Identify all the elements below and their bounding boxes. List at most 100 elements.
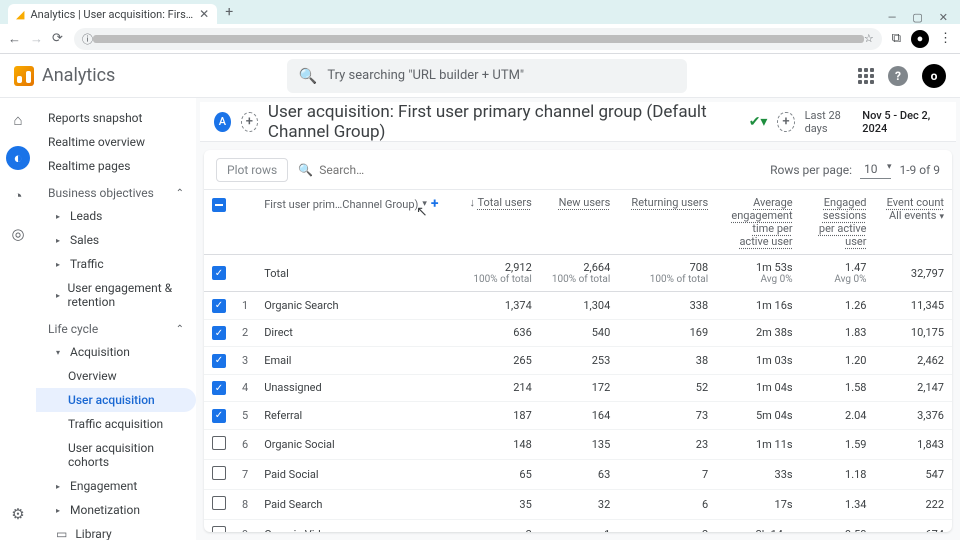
reports-sidebar: Reports snapshot Realtime overview Realt… <box>36 98 196 540</box>
col-event-count[interactable]: Event count <box>887 196 944 209</box>
row-checkbox[interactable] <box>212 436 226 450</box>
table-row: 9Organic Video2123h 14m9.50674 <box>204 519 952 532</box>
sidebar-heading-lifecycle[interactable]: Life cycle⌃ <box>36 314 196 340</box>
chevron-up-icon: ⌃ <box>176 324 184 335</box>
forward-icon[interactable]: → <box>30 31 42 47</box>
sidebar-item-user-acq-cohorts[interactable]: User acquisition cohorts <box>36 436 196 474</box>
row-checkbox[interactable] <box>212 466 226 480</box>
dimension-cell[interactable]: Email <box>256 347 457 375</box>
profile-icon[interactable]: ● <box>911 30 929 48</box>
dimension-cell[interactable]: Direct <box>256 319 457 347</box>
col-total-users[interactable]: Total users <box>477 196 531 209</box>
date-range-picker[interactable]: Last 28 days Nov 5 - Dec 2, 2024 <box>805 109 942 135</box>
sidebar-heading-business[interactable]: Business objectives⌃ <box>36 178 196 204</box>
sidebar-item-user-acquisition[interactable]: User acquisition <box>36 388 196 412</box>
sidebar-item-sales[interactable]: ▸Sales <box>36 228 196 252</box>
new-tab-button[interactable]: + <box>217 0 241 24</box>
col-engaged-sessions[interactable]: Engaged sessions per active user <box>819 196 867 248</box>
row-checkbox[interactable]: ✓ <box>212 409 226 423</box>
advertising-icon[interactable]: ◎ <box>6 222 30 246</box>
cursor-icon: ↖ <box>416 204 428 220</box>
sidebar-item-engagement[interactable]: ▸Engagement <box>36 474 196 498</box>
table-row: ✓2Direct6365401692m 38s1.8310,175 <box>204 319 952 347</box>
caret-icon: ▸ <box>56 236 66 245</box>
sidebar-item-realtime-pages[interactable]: Realtime pages <box>36 154 196 178</box>
extensions-icon[interactable]: ⧉ <box>892 31 901 46</box>
bookmark-icon[interactable]: ☆ <box>864 32 874 45</box>
address-bar: ← → ⟳ ⓘ ☆ ⧉ ● ⋮ <box>0 24 960 54</box>
user-avatar[interactable]: o <box>922 64 946 88</box>
rows-per-page-select[interactable]: 10 <box>860 160 892 179</box>
report-title: User acquisition: First user primary cha… <box>268 102 739 142</box>
sidebar-item-leads[interactable]: ▸Leads <box>36 204 196 228</box>
table-search-input[interactable] <box>319 163 475 177</box>
row-checkbox[interactable]: ✓ <box>212 266 226 280</box>
table-row: ✓1Organic Search1,3741,3043381m 16s1.261… <box>204 292 952 320</box>
sidebar-item-traffic[interactable]: ▸Traffic <box>36 252 196 276</box>
row-checkbox[interactable]: ✓ <box>212 326 226 340</box>
sidebar-item-monetization[interactable]: ▸Monetization <box>36 498 196 522</box>
col-avg-engagement[interactable]: Average engagement time per active user <box>731 196 792 248</box>
apps-icon[interactable] <box>858 68 874 84</box>
nav-rail: ⌂ ◐ ◔ ◎ ⚙ <box>0 98 36 540</box>
reports-icon[interactable]: ◐ <box>6 146 30 170</box>
select-all-checkbox[interactable] <box>212 198 226 212</box>
sidebar-item-traffic-acquisition[interactable]: Traffic acquisition <box>36 412 196 436</box>
event-filter[interactable]: All events▾ <box>889 209 944 222</box>
close-icon[interactable]: ✕ <box>199 7 209 21</box>
window-close-icon[interactable]: ✕ <box>939 11 948 24</box>
window-minimize-icon[interactable]: — <box>888 11 897 24</box>
sidebar-item-overview[interactable]: Overview <box>36 364 196 388</box>
browser-tab[interactable]: ◢ Analytics | User acquisition: Firs… ✕ <box>8 4 217 24</box>
row-checkbox[interactable] <box>212 496 226 510</box>
sidebar-item-reports-snapshot[interactable]: Reports snapshot <box>36 106 196 130</box>
add-filter-button[interactable]: + <box>777 112 794 132</box>
segment-badge[interactable]: A <box>214 112 231 132</box>
table-row: ✓3Email265253381m 03s1.202,462 <box>204 347 952 375</box>
col-new-users[interactable]: New users <box>559 196 611 209</box>
table-toolbar: Plot rows 🔍 Rows per page: 10 1-9 of 9 <box>204 150 952 190</box>
add-comparison-button[interactable]: + <box>241 112 258 132</box>
menu-icon[interactable]: ⋮ <box>939 31 952 46</box>
row-checkbox[interactable]: ✓ <box>212 381 226 395</box>
explore-icon[interactable]: ◔ <box>6 184 30 208</box>
verified-icon[interactable]: ✔▾ <box>749 114 768 130</box>
dimension-cell[interactable]: Organic Social <box>256 429 457 459</box>
back-icon[interactable]: ← <box>8 31 20 47</box>
row-checkbox[interactable]: ✓ <box>212 354 226 368</box>
home-icon[interactable]: ⌂ <box>6 108 30 132</box>
dimension-selector[interactable]: First user prim…Channel Group) <box>264 198 418 211</box>
report-header: A + User acquisition: First user primary… <box>200 102 956 142</box>
sidebar-item-library[interactable]: ▭Library <box>36 522 196 540</box>
sidebar-item-acquisition[interactable]: ▾Acquisition <box>36 340 196 364</box>
tab-title: Analytics | User acquisition: Firs… <box>30 8 193 21</box>
row-checkbox[interactable] <box>212 526 226 533</box>
site-info-icon[interactable]: ⓘ <box>82 31 93 47</box>
caret-icon: ▸ <box>56 506 66 515</box>
dimension-cell[interactable]: Referral <box>256 402 457 430</box>
sidebar-item-realtime-overview[interactable]: Realtime overview <box>36 130 196 154</box>
table-row: 6Organic Social148135231m 11s1.591,843 <box>204 429 952 459</box>
reload-icon[interactable]: ⟳ <box>52 31 64 46</box>
row-checkbox[interactable]: ✓ <box>212 299 226 313</box>
table-row: 8Paid Search3532617s1.34222 <box>204 489 952 519</box>
caret-icon: ▸ <box>56 260 66 269</box>
admin-icon[interactable]: ⚙ <box>6 502 30 526</box>
ga-logo[interactable]: Analytics <box>14 65 115 86</box>
add-dimension-button[interactable]: + <box>431 196 439 212</box>
sidebar-item-engagement-retention[interactable]: ▸User engagement & retention <box>36 276 196 314</box>
col-returning-users[interactable]: Returning users <box>631 196 708 209</box>
caret-icon: ▸ <box>56 482 66 491</box>
dimension-cell[interactable]: Paid Social <box>256 459 457 489</box>
totals-row: ✓ Total 2,912100% of total 2,664100% of … <box>204 255 952 292</box>
dimension-cell[interactable]: Organic Search <box>256 292 457 320</box>
plot-rows-button[interactable]: Plot rows <box>216 158 288 182</box>
dimension-cell[interactable]: Organic Video <box>256 519 457 532</box>
url-input[interactable]: ⓘ ☆ <box>74 28 882 50</box>
dimension-cell[interactable]: Paid Search <box>256 489 457 519</box>
sort-icon[interactable]: ↓ <box>469 196 475 209</box>
help-icon[interactable]: ? <box>888 66 908 86</box>
dimension-cell[interactable]: Unassigned <box>256 374 457 402</box>
window-maximize-icon[interactable]: ▢ <box>912 11 922 24</box>
global-search[interactable]: 🔍 Try searching "URL builder + UTM" <box>287 59 687 93</box>
